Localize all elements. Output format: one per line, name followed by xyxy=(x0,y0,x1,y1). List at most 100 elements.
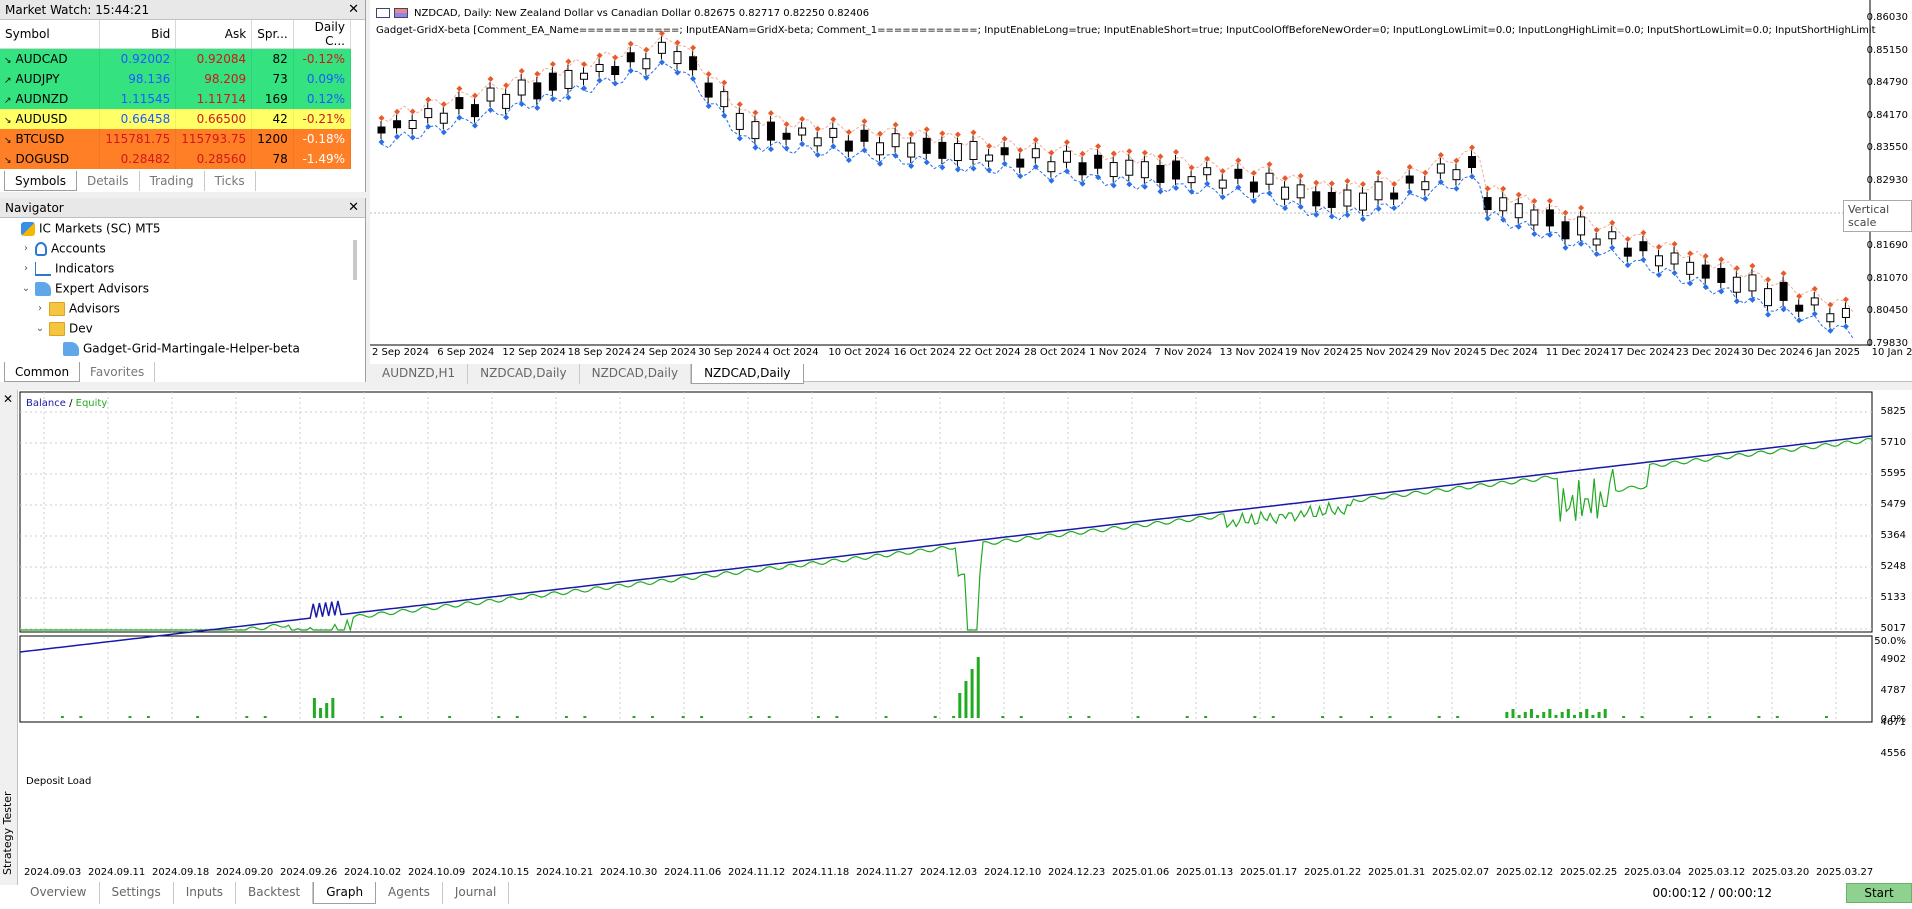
chart-tab[interactable]: AUDNZD,H1 xyxy=(370,364,469,384)
navigator-item[interactable]: IC Markets (SC) MT5 xyxy=(0,218,365,238)
tab-backtest[interactable]: Backtest xyxy=(236,882,314,904)
close-icon[interactable]: ✕ xyxy=(348,198,359,218)
price-label: 0.84790 xyxy=(1866,77,1908,89)
navigator-item[interactable]: Gadget-Grid-Martingale-Helper-beta xyxy=(0,338,365,358)
tab-journal[interactable]: Journal xyxy=(443,882,510,904)
spread-cell: 78 xyxy=(251,148,294,169)
load-axis-label: 50.0% xyxy=(1874,636,1906,647)
tab-common[interactable]: Common xyxy=(4,362,81,382)
buy-marker xyxy=(1079,180,1086,187)
chevron-right-icon[interactable]: › xyxy=(34,299,46,319)
symbol-name: AUDJPY xyxy=(15,71,60,86)
price-chart[interactable]: NZDCAD, Daily: New Zealand Dollar vs Can… xyxy=(370,0,1912,384)
date-axis-label: 2024.09.11 xyxy=(88,867,146,878)
balance-axis-label: 4902 xyxy=(1880,654,1906,666)
candle-body xyxy=(1062,150,1071,163)
column-header[interactable]: Ask xyxy=(175,20,253,49)
tab-trading[interactable]: Trading xyxy=(140,171,205,191)
candle-body xyxy=(1016,158,1025,168)
candle-body xyxy=(1312,191,1321,207)
tab-overview[interactable]: Overview xyxy=(18,882,100,904)
candle-body xyxy=(751,121,760,140)
column-header[interactable]: Spr... xyxy=(251,20,294,49)
symbol-row[interactable]: ↗ AUDNZD 1.11545 1.11714 169 0.12% xyxy=(0,88,352,109)
tab-settings[interactable]: Settings xyxy=(100,882,174,904)
deposit-load-bar xyxy=(1640,716,1644,718)
date-axis-label: 2025.01.17 xyxy=(1240,867,1298,878)
date-label: 17 Dec 2024 xyxy=(1610,347,1675,358)
symbol-row[interactable]: ↘ AUDUSD 0.66458 0.66500 42 -0.21% xyxy=(0,108,352,129)
symbol-row[interactable]: ↘ AUDCAD 0.92002 0.92084 82 -0.12% xyxy=(0,48,352,69)
chart-tab[interactable]: NZDCAD,Daily xyxy=(468,364,580,384)
tab-ticks[interactable]: Ticks xyxy=(205,171,256,191)
symbol-row[interactable]: ↘ BTCUSD 115781.75 115793.75 1200 -0.18% xyxy=(0,128,352,149)
tab-agents[interactable]: Agents xyxy=(376,882,443,904)
balance-graph xyxy=(19,391,1873,723)
chevron-right-icon[interactable]: › xyxy=(20,239,32,259)
navigator-item[interactable]: › Advisors xyxy=(0,298,365,318)
date-label: 23 Dec 2024 xyxy=(1676,347,1740,358)
change-cell: 0.09% xyxy=(293,68,352,89)
chevron-down-icon[interactable]: ⌄ xyxy=(20,279,32,299)
buy-marker xyxy=(1546,231,1553,238)
sell-marker xyxy=(1313,179,1320,186)
date-axis-label: 2025.03.04 xyxy=(1624,867,1682,878)
navigator-item[interactable]: ⌄ Dev xyxy=(0,318,365,338)
tab-favorites[interactable]: Favorites xyxy=(80,362,156,382)
buy-marker xyxy=(534,104,541,111)
date-axis-label: 2024.12.23 xyxy=(1048,867,1106,878)
navigator-item[interactable]: › Indicators xyxy=(0,258,365,278)
candle-body xyxy=(844,140,853,152)
sell-marker xyxy=(581,61,588,68)
column-header[interactable]: Daily C... xyxy=(293,20,352,49)
sell-marker xyxy=(690,44,697,51)
start-button[interactable]: Start xyxy=(1846,883,1912,903)
candle-body xyxy=(798,127,807,136)
chart-tab[interactable]: NZDCAD,Daily xyxy=(691,364,804,384)
chart-tab[interactable]: NZDCAD,Daily xyxy=(579,364,692,384)
sell-marker xyxy=(1765,276,1772,283)
date-label: 2 Sep 2024 xyxy=(372,347,430,358)
close-icon[interactable]: ✕ xyxy=(348,0,359,20)
deposit-load-bar xyxy=(196,716,200,718)
deposit-load-bar xyxy=(970,669,974,718)
ask-cell: 0.28560 xyxy=(175,148,253,169)
deposit-load-bar xyxy=(583,716,587,718)
deposit-load-bar xyxy=(1548,709,1552,718)
date-axis-label: 2025.01.13 xyxy=(1176,867,1234,878)
scrollbar-thumb[interactable] xyxy=(353,240,357,280)
sell-marker xyxy=(1126,148,1133,155)
chevron-right-icon[interactable]: › xyxy=(20,259,32,279)
tab-inputs[interactable]: Inputs xyxy=(174,882,237,904)
accounts-icon xyxy=(35,241,47,256)
deposit-load-bar xyxy=(1320,716,1324,718)
navigator-item[interactable]: ⌄ Expert Advisors xyxy=(0,278,365,298)
navigator-item[interactable]: › Accounts xyxy=(0,238,365,258)
buy-marker xyxy=(1375,205,1382,212)
deposit-load-bar xyxy=(749,716,753,718)
symbol-row[interactable]: ↗ AUDJPY 98.136 98.209 73 0.09% xyxy=(0,68,352,89)
symbol-row[interactable]: ↘ DOGUSD 0.28482 0.28560 78 -1.49% xyxy=(0,148,352,169)
sell-marker xyxy=(1578,204,1585,211)
candle-body xyxy=(969,141,978,161)
candle-body xyxy=(1499,197,1508,212)
buy-marker xyxy=(581,85,588,92)
column-header[interactable]: Bid xyxy=(99,20,177,49)
market-watch-table: Symbol Bid Ask Spr... Daily C... ↘ AUDCAD 0.92… xyxy=(0,20,352,169)
tab-symbols[interactable]: Symbols xyxy=(4,171,77,191)
candle-body xyxy=(1156,164,1165,183)
navigator-tree: IC Markets (SC) MT5 › Accounts › Indicators ⌄… xyxy=(0,218,365,358)
tab-details[interactable]: Details xyxy=(77,171,140,191)
tab-graph[interactable]: Graph xyxy=(313,882,377,904)
chevron-down-icon[interactable]: ⌄ xyxy=(34,319,46,339)
column-header[interactable]: Symbol xyxy=(0,20,101,49)
sell-marker xyxy=(736,101,743,108)
spread-cell: 1200 xyxy=(251,128,294,149)
candle-body xyxy=(1577,216,1586,236)
candle-body xyxy=(517,79,526,96)
candle-body xyxy=(782,132,791,140)
deposit-load-bar xyxy=(1253,716,1257,718)
deposit-load-bar xyxy=(1456,716,1460,718)
date-axis-label: 2025.03.27 xyxy=(1816,867,1874,878)
date-label: 30 Sep 2024 xyxy=(698,347,762,358)
